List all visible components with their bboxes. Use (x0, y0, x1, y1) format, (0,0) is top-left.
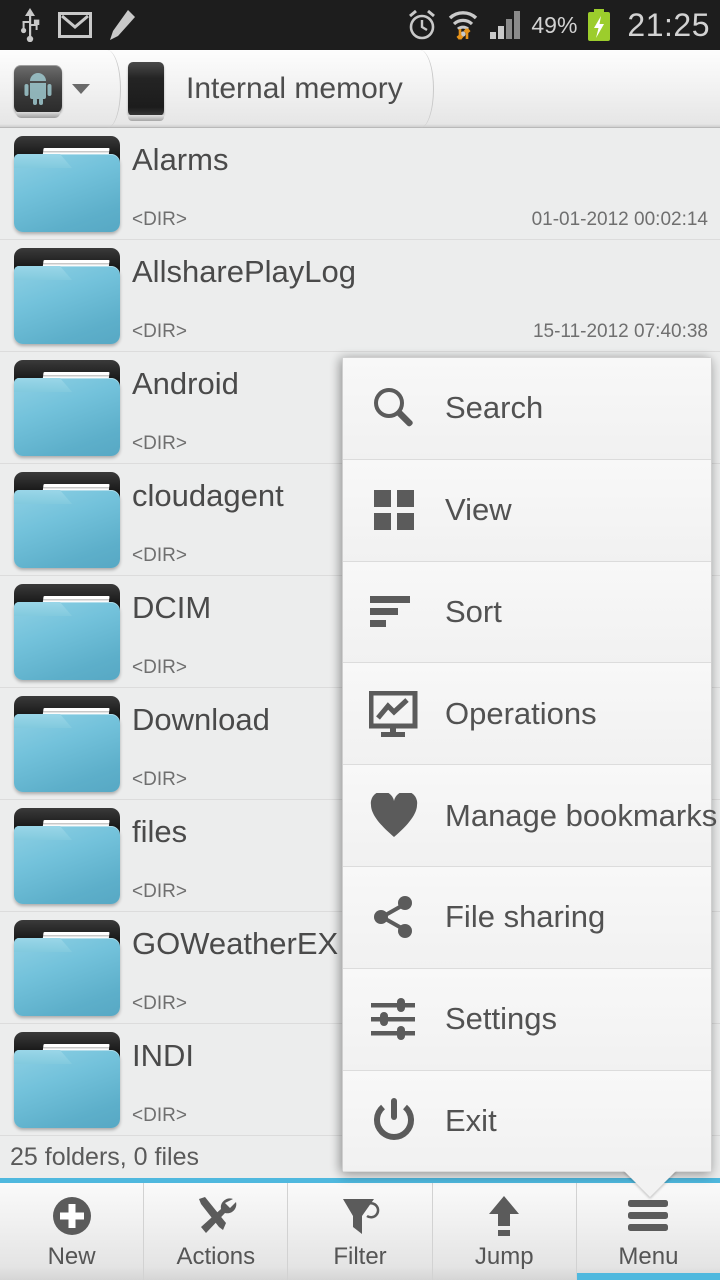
menu-label-file-sharing: File sharing (445, 899, 606, 935)
wifi-icon (449, 11, 478, 40)
toolbar-label-menu: Menu (618, 1242, 679, 1270)
file-name: Download (132, 702, 270, 737)
folder-icon (14, 1032, 120, 1128)
magnifier-icon (343, 384, 445, 432)
table-row[interactable]: Alarms <DIR> 01-01-2012 00:02:14 (0, 128, 720, 240)
file-type: <DIR> (132, 993, 187, 1014)
clock-label: 21:25 (627, 6, 710, 43)
file-type: <DIR> (132, 209, 187, 230)
menu-label-operations: Operations (445, 695, 597, 731)
menu-item-settings[interactable]: Settings (343, 968, 711, 1071)
file-type: <DIR> (132, 657, 187, 678)
sort-bars-icon (343, 594, 445, 630)
table-row[interactable]: AllsharePlayLog <DIR> 15-11-2012 07:40:38 (0, 240, 720, 352)
menu-label-exit: Exit (445, 1102, 497, 1138)
toolbar-item-actions[interactable]: Actions (144, 1183, 289, 1280)
file-type: <DIR> (132, 545, 187, 566)
menu-label-view: View (445, 492, 512, 528)
heart-icon (343, 792, 445, 839)
tools-icon (193, 1193, 239, 1239)
file-date: 15-11-2012 07:40:38 (532, 321, 708, 342)
file-type: <DIR> (132, 321, 187, 342)
menu-label-settings: Settings (445, 1001, 558, 1037)
alarm-icon (409, 9, 436, 40)
file-name: INDI (132, 1038, 194, 1073)
summary-label: 25 folders, 0 files (10, 1142, 199, 1171)
overflow-menu-popup[interactable]: Search View Sort Operations Manage bookm… (342, 357, 717, 1197)
breadcrumb-separator-1 (90, 49, 124, 128)
plus-circle-icon (50, 1193, 94, 1239)
android-robot-icon[interactable] (14, 64, 62, 118)
file-type: <DIR> (132, 1105, 187, 1126)
file-type: <DIR> (132, 433, 187, 454)
usb-icon (21, 8, 40, 42)
pencil-icon (110, 10, 135, 40)
sliders-icon (343, 997, 445, 1041)
battery-percent-label: 49% (531, 11, 578, 38)
menu-item-view[interactable]: View (343, 459, 711, 562)
hamburger-icon (626, 1193, 670, 1239)
breadcrumb: Internal memory (0, 49, 720, 128)
file-name: GOWeatherEX (132, 926, 339, 961)
menu-item-manage-bookmarks[interactable]: Manage bookmarks (343, 765, 717, 867)
file-name: DCIM (132, 590, 212, 625)
chevron-down-icon[interactable] (72, 83, 90, 94)
toolbar-item-menu[interactable]: Menu (576, 1183, 720, 1280)
toolbar-label-jump: Jump (474, 1242, 534, 1270)
toolbar-label-actions: Actions (176, 1242, 256, 1270)
menu-item-exit[interactable]: Exit (343, 1070, 711, 1173)
file-date: 01-01-2012 00:02:14 (531, 209, 708, 230)
grid-icon (343, 488, 445, 532)
menu-label-sort: Sort (445, 593, 502, 629)
toolbar-label-new: New (47, 1242, 96, 1270)
menu-label-manage-bookmarks: Manage bookmarks (445, 797, 718, 833)
folder-icon (14, 584, 120, 680)
power-icon (343, 1097, 445, 1145)
folder-icon (14, 472, 120, 568)
toolbar-item-new[interactable]: New (0, 1183, 145, 1280)
file-type: <DIR> (132, 769, 187, 790)
signal-icon (490, 11, 521, 39)
battery-charging-icon (588, 9, 611, 41)
funnel-icon (338, 1193, 382, 1239)
breadcrumb-separator-2 (403, 49, 437, 128)
folder-icon (14, 920, 120, 1016)
file-name: Android (132, 366, 239, 401)
breadcrumb-label[interactable]: Internal memory (186, 72, 403, 106)
folder-icon (14, 808, 120, 904)
folder-icon (14, 248, 120, 344)
toolbar-active-indicator (576, 1273, 720, 1280)
status-bar-right-icons: 49% 21:25 (407, 7, 710, 44)
phone-icon[interactable] (128, 61, 164, 121)
status-bar-left-icons (18, 8, 136, 42)
gmail-icon (58, 12, 92, 38)
bottom-toolbar[interactable]: New Actions Filter Jump Menu (0, 1183, 720, 1280)
share-nodes-icon (343, 894, 445, 940)
toolbar-item-jump[interactable]: Jump (433, 1183, 577, 1280)
file-name: files (132, 814, 188, 849)
monitor-chart-icon (343, 690, 445, 737)
folder-icon (14, 360, 120, 456)
menu-item-search[interactable]: Search (343, 358, 711, 460)
menu-item-sort[interactable]: Sort (343, 561, 711, 664)
status-bar: 49% 21:25 (0, 0, 720, 50)
file-name: cloudagent (132, 478, 284, 513)
toolbar-label-filter: Filter (333, 1242, 387, 1270)
folder-icon (14, 696, 120, 792)
menu-label-search: Search (445, 390, 544, 426)
popup-tail-arrow (623, 1170, 677, 1197)
file-type: <DIR> (132, 881, 187, 902)
menu-item-file-sharing[interactable]: File sharing (343, 866, 711, 969)
arrow-up-icon (484, 1193, 524, 1239)
folder-icon (14, 136, 120, 232)
file-name: Alarms (132, 142, 229, 177)
toolbar-item-filter[interactable]: Filter (288, 1183, 433, 1280)
menu-item-operations[interactable]: Operations (343, 663, 711, 766)
file-name: AllsharePlayLog (132, 254, 357, 289)
